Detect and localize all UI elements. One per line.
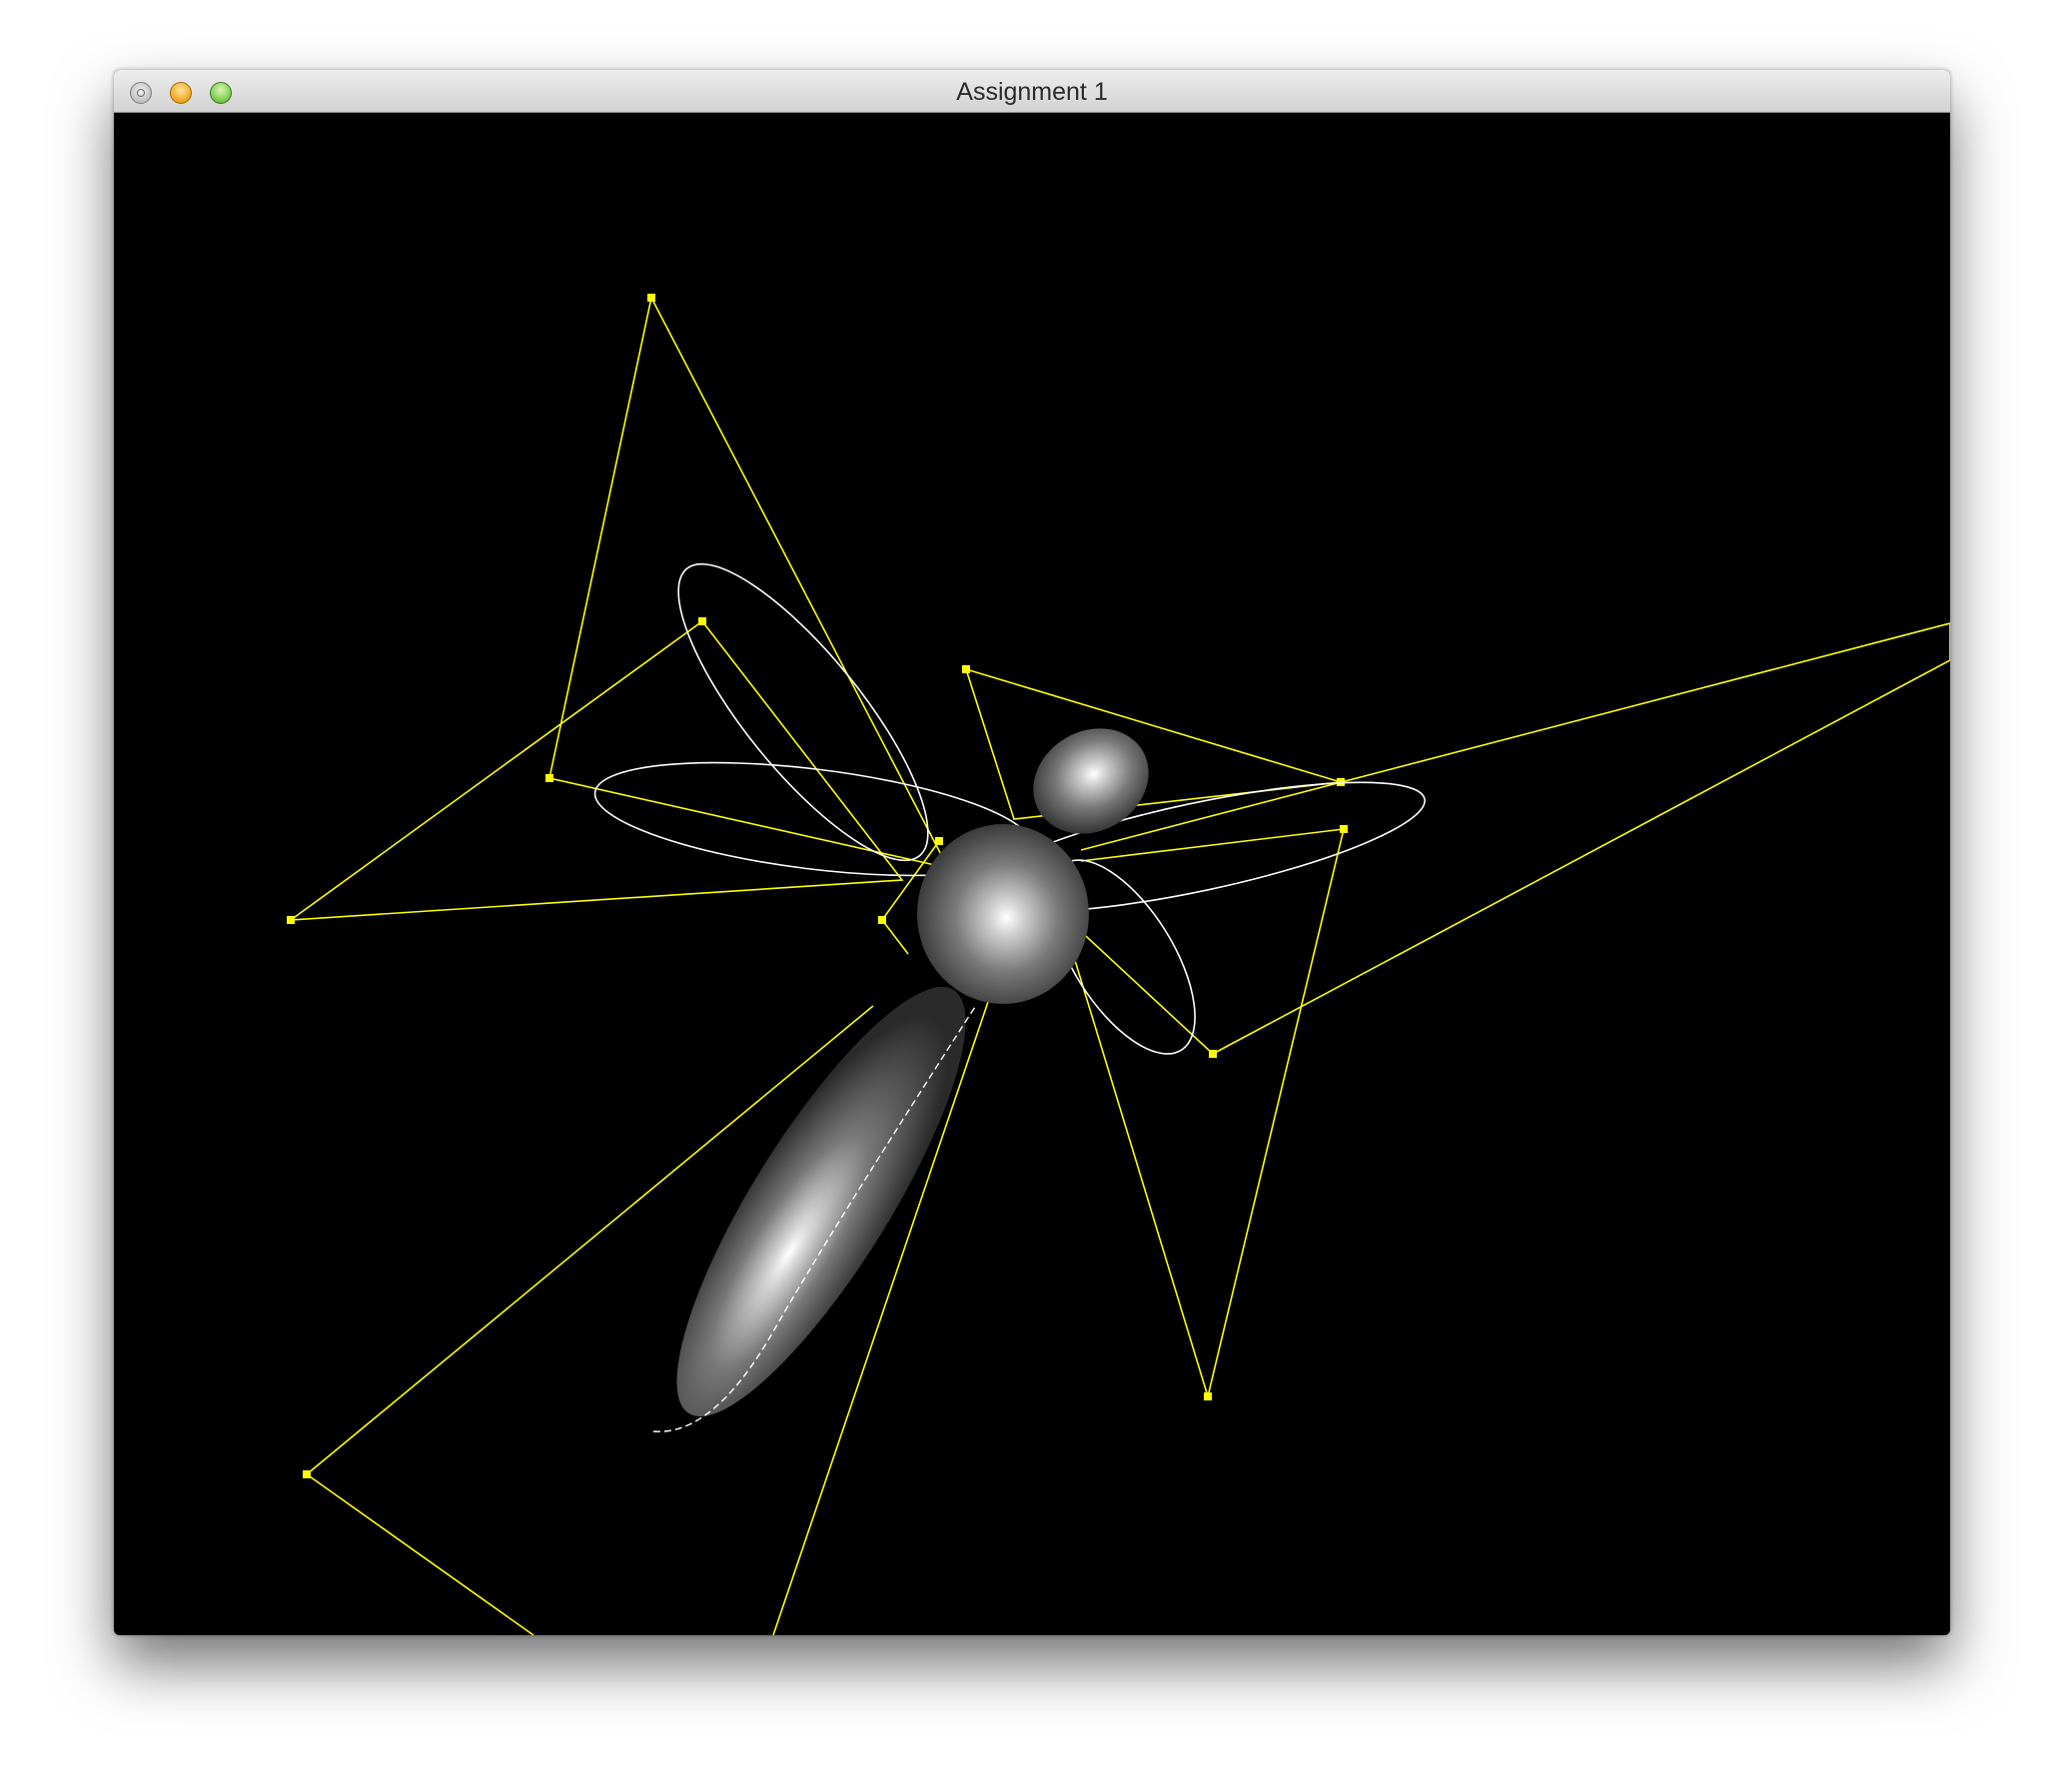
scene-svg [287, 294, 1950, 1635]
control-point[interactable] [878, 916, 886, 924]
control-point[interactable] [962, 665, 970, 673]
control-point[interactable] [1340, 825, 1348, 833]
control-polygon-right [1055, 828, 1346, 1400]
control-point[interactable] [698, 617, 706, 625]
control-point[interactable] [1204, 1392, 1212, 1400]
wing-curve-upper-left [677, 562, 929, 862]
control-point[interactable] [1209, 1050, 1217, 1058]
window-title: Assignment 1 [956, 78, 1108, 106]
dragonfly-thorax [917, 824, 1089, 1004]
dragonfly-abdomen [676, 986, 966, 1417]
app-window: Assignment 1 [114, 70, 1950, 1635]
control-polygons [288, 297, 1950, 1635]
control-point[interactable] [287, 916, 295, 924]
control-polygon-far-right [1059, 622, 1950, 1055]
control-point[interactable] [545, 774, 553, 782]
render-canvas[interactable] [114, 113, 1950, 1635]
title-bar[interactable]: Assignment 1 [114, 70, 1950, 113]
control-polygon-left [288, 620, 904, 921]
control-point[interactable] [935, 837, 943, 845]
control-point[interactable] [647, 294, 655, 302]
control-point[interactable] [303, 1470, 311, 1478]
dragonfly-body [652, 728, 1149, 1432]
